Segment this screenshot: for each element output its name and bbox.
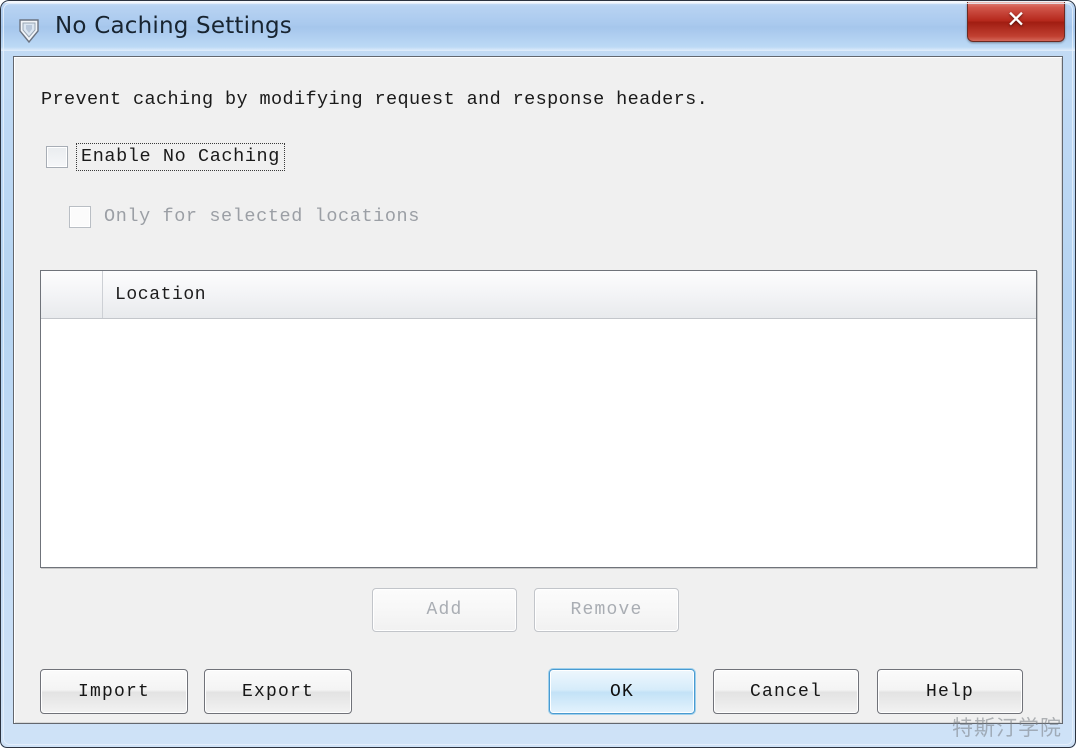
window-title: No Caching Settings	[55, 13, 292, 39]
export-button[interactable]: Export	[204, 669, 352, 714]
only-selected-locations-checkbox	[69, 206, 91, 228]
table-header-row: Location	[41, 271, 1036, 319]
help-button[interactable]: Help	[877, 669, 1023, 714]
enable-no-caching-checkbox[interactable]	[46, 146, 68, 168]
locations-table[interactable]: Location	[40, 270, 1037, 568]
ok-button[interactable]: OK	[549, 669, 695, 714]
remove-button: Remove	[534, 588, 679, 632]
description-text: Prevent caching by modifying request and…	[41, 89, 709, 110]
close-button[interactable]: ✕	[967, 2, 1065, 42]
title-bar-highlight	[1, 1, 1075, 3]
cancel-button[interactable]: Cancel	[713, 669, 859, 714]
add-button: Add	[372, 588, 517, 632]
dialog-window: No Caching Settings ✕ Prevent caching by…	[0, 0, 1076, 748]
close-icon: ✕	[1006, 7, 1026, 33]
enable-no-caching-label[interactable]: Enable No Caching	[76, 143, 285, 171]
content-panel: Prevent caching by modifying request and…	[13, 56, 1063, 724]
enable-no-caching-row[interactable]: Enable No Caching	[46, 143, 285, 171]
table-body[interactable]	[41, 319, 1036, 567]
title-bar[interactable]: No Caching Settings ✕	[1, 1, 1075, 51]
app-shield-icon	[17, 18, 41, 44]
import-button[interactable]: Import	[40, 669, 188, 714]
only-selected-locations-label: Only for selected locations	[104, 206, 420, 227]
table-column-header-checkbox[interactable]	[41, 271, 103, 318]
table-column-header-location[interactable]: Location	[103, 271, 1036, 318]
only-selected-locations-row: Only for selected locations	[69, 203, 425, 231]
